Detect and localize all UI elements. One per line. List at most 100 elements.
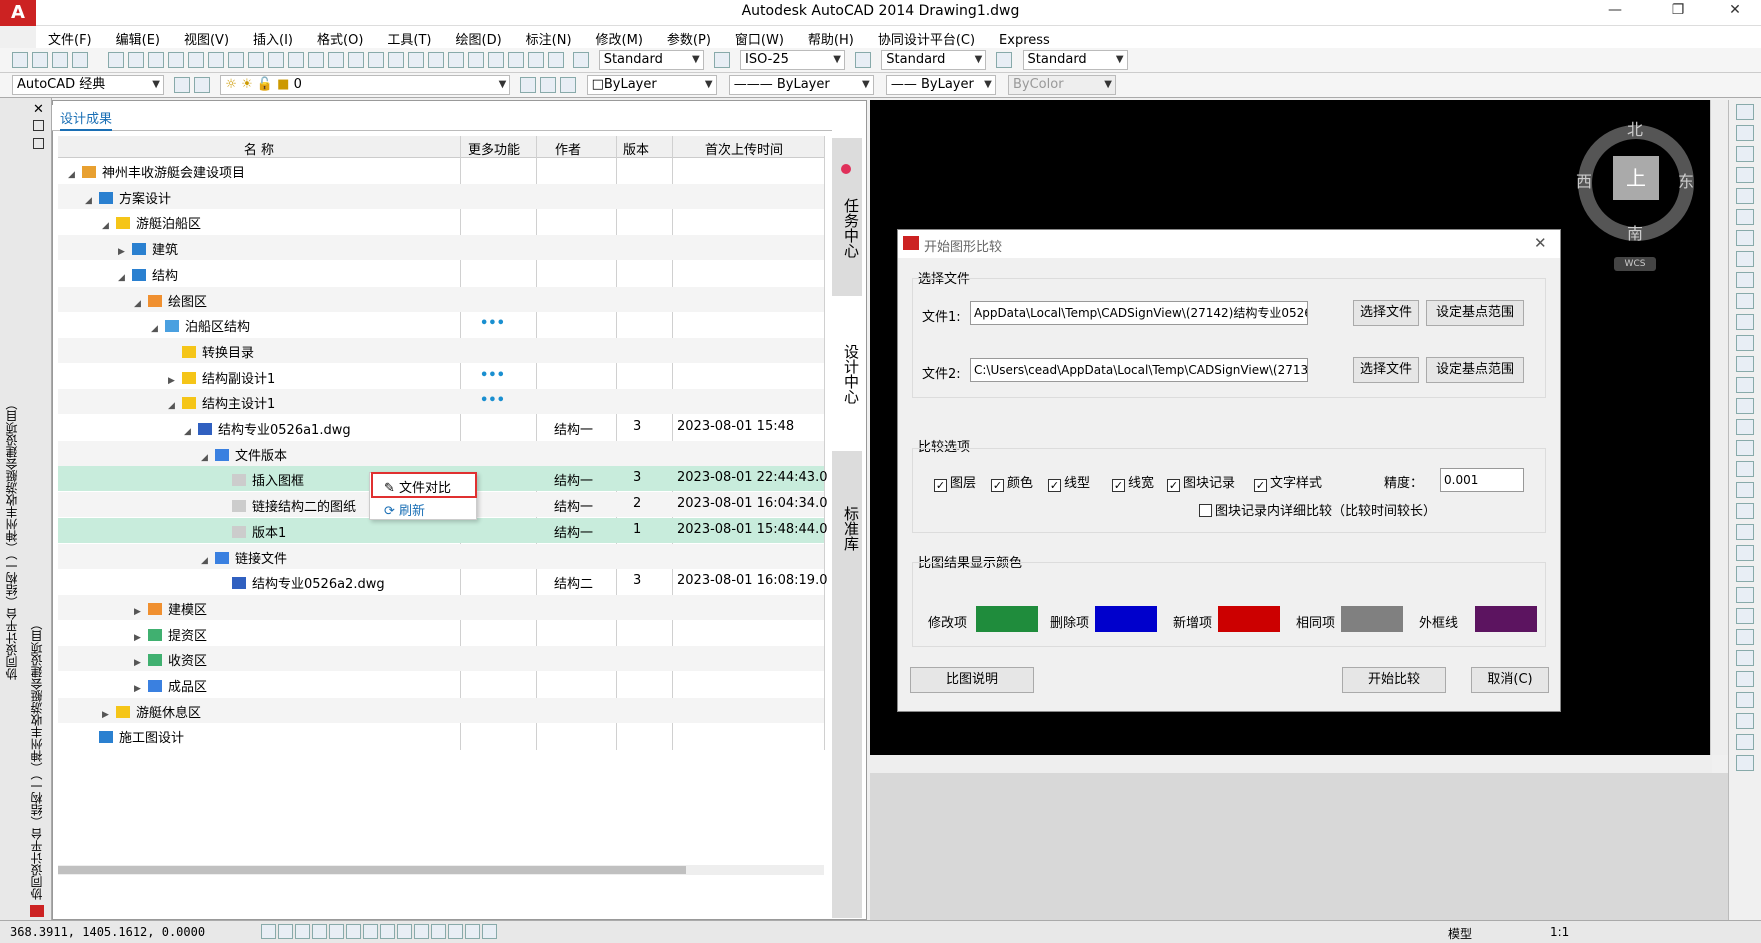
status-toggle-icon[interactable] (397, 924, 412, 939)
color-swatch[interactable] (1475, 606, 1537, 632)
tree-row[interactable]: ▶ 建模区 (58, 594, 824, 620)
color-swatch[interactable] (1341, 606, 1403, 632)
minimize-icon[interactable]: — (1600, 2, 1630, 18)
status-toggle-icon[interactable] (431, 924, 446, 939)
expand-toggle-icon[interactable]: ▶ (134, 633, 144, 643)
more-actions-icon[interactable]: ••• (480, 316, 505, 331)
tree-row[interactable]: ◢ 神州丰收游艇会建设项目 (58, 158, 824, 183)
arrow-left-icon[interactable] (72, 52, 89, 68)
option-checkbox[interactable]: ✓ 图层 (934, 472, 976, 492)
menu-item-refresh[interactable]: ⟳ 刷新 (384, 500, 425, 519)
zoom-window-icon[interactable] (388, 52, 405, 68)
modify-tool-icon[interactable] (1736, 608, 1754, 624)
tree-row[interactable]: ◢ 链接文件 (58, 543, 824, 569)
tab-design-results[interactable]: 设计成果 (60, 108, 113, 131)
status-toggle-icon[interactable] (295, 924, 310, 939)
tab-design-center[interactable]: 设计中心 (832, 296, 862, 451)
modify-tool-icon[interactable] (1736, 104, 1754, 120)
lineweight-select[interactable]: —— ByLayer ▼ (885, 75, 996, 95)
dim-style-icon[interactable] (713, 52, 730, 68)
tree-row[interactable]: 转换目录 (58, 337, 824, 363)
expand-toggle-icon[interactable]: ▶ (168, 376, 178, 386)
pan-icon[interactable] (348, 52, 365, 68)
color-swatch[interactable] (976, 606, 1038, 632)
expand-toggle-icon[interactable]: ◢ (102, 221, 112, 231)
preview-icon[interactable] (188, 52, 205, 68)
viewcube-east[interactable]: 东 (1678, 168, 1694, 192)
tab-task-center[interactable]: 任务中心 (832, 178, 862, 278)
tree-row[interactable]: ▶ 成品区 (58, 672, 824, 697)
modify-tool-icon[interactable] (1736, 272, 1754, 288)
paste-icon[interactable] (268, 52, 285, 68)
more-actions-icon[interactable]: ••• (480, 393, 505, 408)
col-author[interactable]: 作者 (528, 139, 608, 158)
expand-toggle-icon[interactable]: ▶ (118, 247, 128, 257)
option-checkbox[interactable]: ✓ 线宽 (1112, 472, 1154, 492)
expand-toggle-icon[interactable]: ◢ (118, 273, 128, 283)
drawing-hscroll[interactable] (870, 755, 1712, 773)
status-toggle-icon[interactable] (482, 924, 497, 939)
status-toggle-icon[interactable] (448, 924, 463, 939)
modify-tool-icon[interactable] (1736, 251, 1754, 267)
mleader-style-icon[interactable] (996, 52, 1013, 68)
layer-manager-icon[interactable] (194, 77, 211, 93)
expand-toggle-icon[interactable]: ◢ (201, 453, 211, 463)
markup-icon[interactable] (508, 52, 525, 68)
col-upload-time[interactable]: 首次上传时间 (664, 139, 824, 158)
workspace-select[interactable]: AutoCAD 经典 ▼ (12, 75, 164, 95)
modify-tool-icon[interactable] (1736, 356, 1754, 372)
tree-row[interactable]: ◢ 泊船区结构 ••• (58, 312, 824, 337)
color-select[interactable]: □ByLayer ▼ (586, 75, 717, 95)
model-tab[interactable]: 模型 (1448, 925, 1472, 942)
new-file-icon[interactable] (108, 52, 125, 68)
modify-tool-icon[interactable] (1736, 692, 1754, 708)
layer-select[interactable]: ☼ ☀ 🔓 ■ 0 ▼ (220, 75, 511, 95)
sheet-set-icon[interactable] (488, 52, 505, 68)
set-base2-button[interactable]: 设定基点范围 (1426, 357, 1524, 383)
dialog-close-icon[interactable]: ✕ (1534, 234, 1547, 252)
tree-row[interactable]: ◢ 游艇泊船区 (58, 209, 824, 234)
expand-toggle-icon[interactable]: ◢ (68, 170, 78, 180)
modify-tool-icon[interactable] (1736, 167, 1754, 183)
zoom-previous-icon[interactable] (408, 52, 425, 68)
viewcube-top[interactable]: 上 (1613, 156, 1659, 200)
tree-row[interactable]: ◢ 结构专业0526a1.dwg 结构一 3 2023-08-01 15:48 (58, 415, 824, 440)
modify-tool-icon[interactable] (1736, 188, 1754, 204)
calculator-icon[interactable] (528, 52, 545, 68)
annotation-scale[interactable]: 1:1 (1550, 925, 1569, 939)
modify-tool-icon[interactable] (1736, 482, 1754, 498)
modify-tool-icon[interactable] (1736, 440, 1754, 456)
expand-toggle-icon[interactable]: ◢ (134, 299, 144, 309)
status-toggle-icon[interactable] (261, 924, 276, 939)
start-compare-button[interactable]: 开始比较 (1342, 667, 1446, 693)
zoom-icon[interactable] (368, 52, 385, 68)
modify-tool-icon[interactable] (1736, 650, 1754, 666)
open-file-icon[interactable] (128, 52, 145, 68)
restore-icon[interactable]: ❐ (1663, 2, 1693, 18)
publish-icon[interactable] (208, 52, 225, 68)
modify-tool-icon[interactable] (1736, 461, 1754, 477)
option-checkbox[interactable]: ✓ 文字样式 (1254, 472, 1322, 492)
status-toggle-icon[interactable] (329, 924, 344, 939)
option-checkbox[interactable]: ✓ 颜色 (991, 472, 1033, 492)
print-icon[interactable] (168, 52, 185, 68)
tree-row[interactable]: ▶ 建筑 (58, 235, 824, 261)
viewcube-north[interactable]: 北 (1627, 116, 1643, 140)
tree-hscroll-thumb[interactable] (58, 866, 686, 874)
text-style-icon[interactable] (572, 52, 589, 68)
undo-icon[interactable] (308, 52, 325, 68)
expand-toggle-icon[interactable]: ◢ (184, 427, 194, 437)
viewcube-west[interactable]: 西 (1576, 168, 1592, 192)
table-style-select[interactable]: Standard ▼ (881, 50, 987, 70)
match-properties-icon[interactable] (288, 52, 305, 68)
expand-toggle-icon[interactable]: ◢ (201, 556, 211, 566)
expand-toggle-icon[interactable]: ▶ (134, 658, 144, 668)
status-toggle-icon[interactable] (312, 924, 327, 939)
tree-row[interactable]: ◢ 结构 (58, 261, 824, 286)
status-toggle-icon[interactable] (346, 924, 361, 939)
tree-row[interactable]: ▶ 游艇休息区 (58, 697, 824, 723)
palette-close-icon[interactable]: ✕ (33, 102, 44, 117)
expand-toggle-icon[interactable]: ◢ (151, 324, 161, 334)
status-toggle-icon[interactable] (363, 924, 378, 939)
modify-tool-icon[interactable] (1736, 209, 1754, 225)
